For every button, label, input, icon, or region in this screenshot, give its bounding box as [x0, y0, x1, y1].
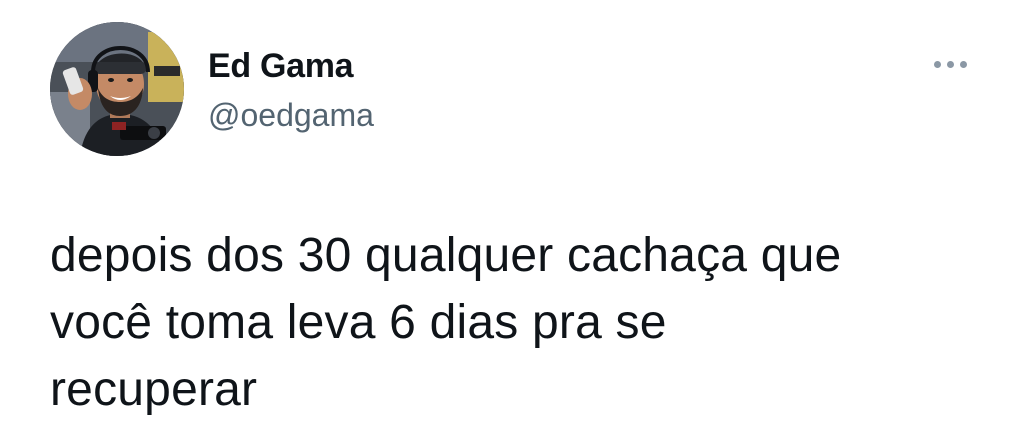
author-display-name[interactable]: Ed Gama	[208, 44, 354, 88]
more-options-button[interactable]	[928, 52, 972, 76]
ellipsis-dot	[946, 60, 954, 68]
avatar-photo-icon	[50, 22, 184, 156]
author-handle[interactable]: @oedgama	[208, 94, 374, 136]
tweet-card: Ed Gama @oedgama depois dos 30 qualquer …	[0, 0, 1024, 438]
author-avatar[interactable]	[50, 22, 184, 156]
tweet-text: depois dos 30 qualquer cachaça que você …	[50, 229, 842, 416]
ellipsis-dot	[959, 60, 967, 68]
ellipsis-horizontal-icon	[933, 60, 967, 68]
ellipsis-dot	[933, 60, 941, 68]
